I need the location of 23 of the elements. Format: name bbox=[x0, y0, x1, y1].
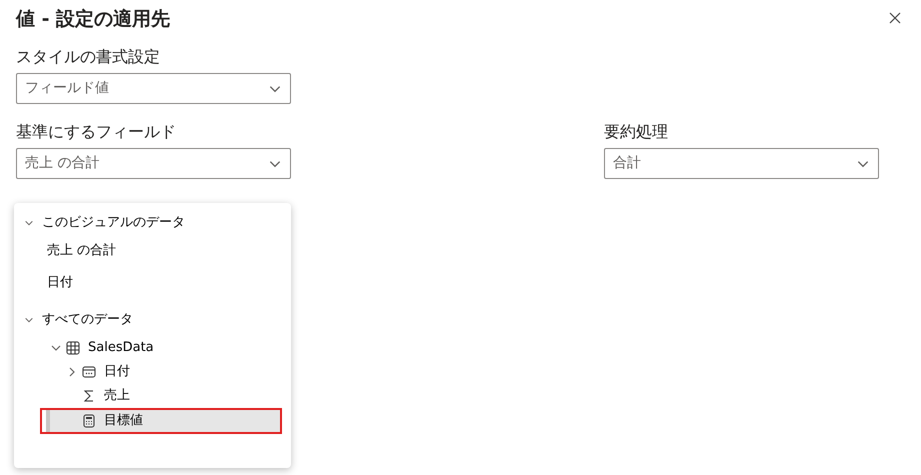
close-icon bbox=[889, 12, 901, 24]
dialog-title: 値 - 設定の適用先 bbox=[16, 7, 170, 32]
tree-item[interactable]: 日付 bbox=[66, 360, 130, 384]
field-label: 基準にするフィールド bbox=[16, 121, 176, 143]
sigma-icon bbox=[82, 389, 96, 403]
close-button[interactable] bbox=[887, 10, 903, 26]
menu-item[interactable]: 日付 bbox=[14, 267, 79, 299]
calculator-icon bbox=[82, 414, 96, 428]
field-dropdown[interactable]: 売上 の合計 bbox=[16, 148, 291, 179]
calendar-icon bbox=[82, 365, 96, 379]
chevron-down-icon bbox=[24, 218, 34, 228]
group-header[interactable]: すべてのデータ bbox=[14, 308, 139, 332]
tree-item[interactable]: SalesData bbox=[50, 336, 154, 360]
field-label: 要約処理 bbox=[604, 121, 668, 143]
field-label: スタイルの書式設定 bbox=[16, 46, 160, 68]
table-icon bbox=[66, 341, 80, 355]
style-dropdown[interactable]: フィールド値 bbox=[16, 73, 291, 104]
summarization-dropdown[interactable]: 合計 bbox=[604, 148, 879, 179]
tree-item[interactable]: 目標値 bbox=[40, 408, 282, 434]
chevron-down-icon bbox=[24, 315, 34, 325]
group-header[interactable]: このビジュアルのデータ bbox=[14, 211, 191, 235]
tree-item[interactable]: 売上 bbox=[66, 384, 130, 408]
menu-item[interactable]: 売上 の合計 bbox=[14, 235, 122, 267]
